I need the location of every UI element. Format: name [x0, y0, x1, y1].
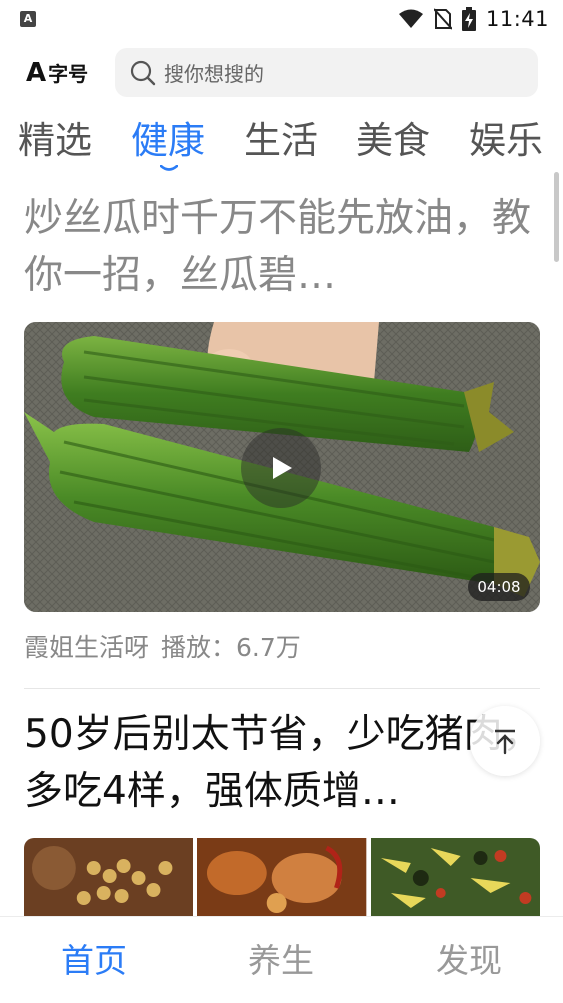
food-image — [197, 838, 367, 916]
play-count: 播放：6.7万 — [161, 633, 301, 662]
nav-discover[interactable]: 发现 — [436, 937, 502, 985]
bottom-nav: 首页 养生 发现 — [0, 916, 563, 1003]
category-tabs: 精选 健康 生活 美食 娱乐 — [0, 114, 563, 174]
tab-jingxuan[interactable]: 精选 — [18, 114, 92, 168]
font-size-label: 字号 — [48, 62, 89, 86]
tab-shenghuo[interactable]: 生活 — [244, 114, 318, 168]
article-title[interactable]: 50岁后别太节省，少吃猪肉，多吃4样，强体质增… — [24, 706, 544, 822]
video-duration: 04:08 — [468, 573, 530, 601]
no-sim-icon — [433, 8, 452, 30]
wifi-icon — [398, 9, 423, 28]
search-input[interactable]: 搜你想搜的 — [115, 48, 538, 97]
divider — [24, 688, 540, 689]
article-meta: 霞姐生活呀 播放：6.7万 — [24, 628, 301, 664]
back-to-top-button[interactable] — [470, 706, 540, 776]
search-placeholder: 搜你想搜的 — [164, 62, 264, 86]
status-bar: A 11:41 — [0, 0, 563, 38]
arrow-up-icon — [495, 729, 515, 755]
article-images[interactable] — [24, 838, 540, 916]
status-icons: 11:41 — [398, 6, 549, 32]
tab-jiankang[interactable]: 健康 — [131, 114, 205, 168]
tab-meishi[interactable]: 美食 — [356, 114, 430, 168]
author-name: 霞姐生活呀 — [24, 633, 150, 662]
play-icon — [273, 457, 292, 479]
font-size-button[interactable]: A 字号 — [26, 58, 88, 87]
article-title[interactable]: 炒丝瓜时千万不能先放油，教你一招，丝瓜碧… — [24, 190, 544, 305]
battery-charging-icon — [461, 7, 476, 31]
nav-yangsheng[interactable]: 养生 — [248, 937, 314, 985]
food-image — [24, 838, 194, 916]
video-thumbnail[interactable]: 04:08 — [24, 322, 540, 612]
status-time: 11:41 — [485, 7, 549, 31]
font-size-icon: A — [26, 57, 47, 88]
header: A 字号 搜你想搜的 — [0, 48, 563, 98]
nav-home[interactable]: 首页 — [61, 937, 127, 985]
search-icon — [130, 60, 156, 85]
scrollbar[interactable] — [554, 172, 559, 262]
app-notification-icon: A — [20, 11, 36, 27]
tab-yule[interactable]: 娱乐 — [469, 114, 543, 168]
play-button[interactable] — [241, 428, 321, 508]
food-image — [370, 838, 540, 916]
active-tab-indicator — [160, 165, 178, 171]
